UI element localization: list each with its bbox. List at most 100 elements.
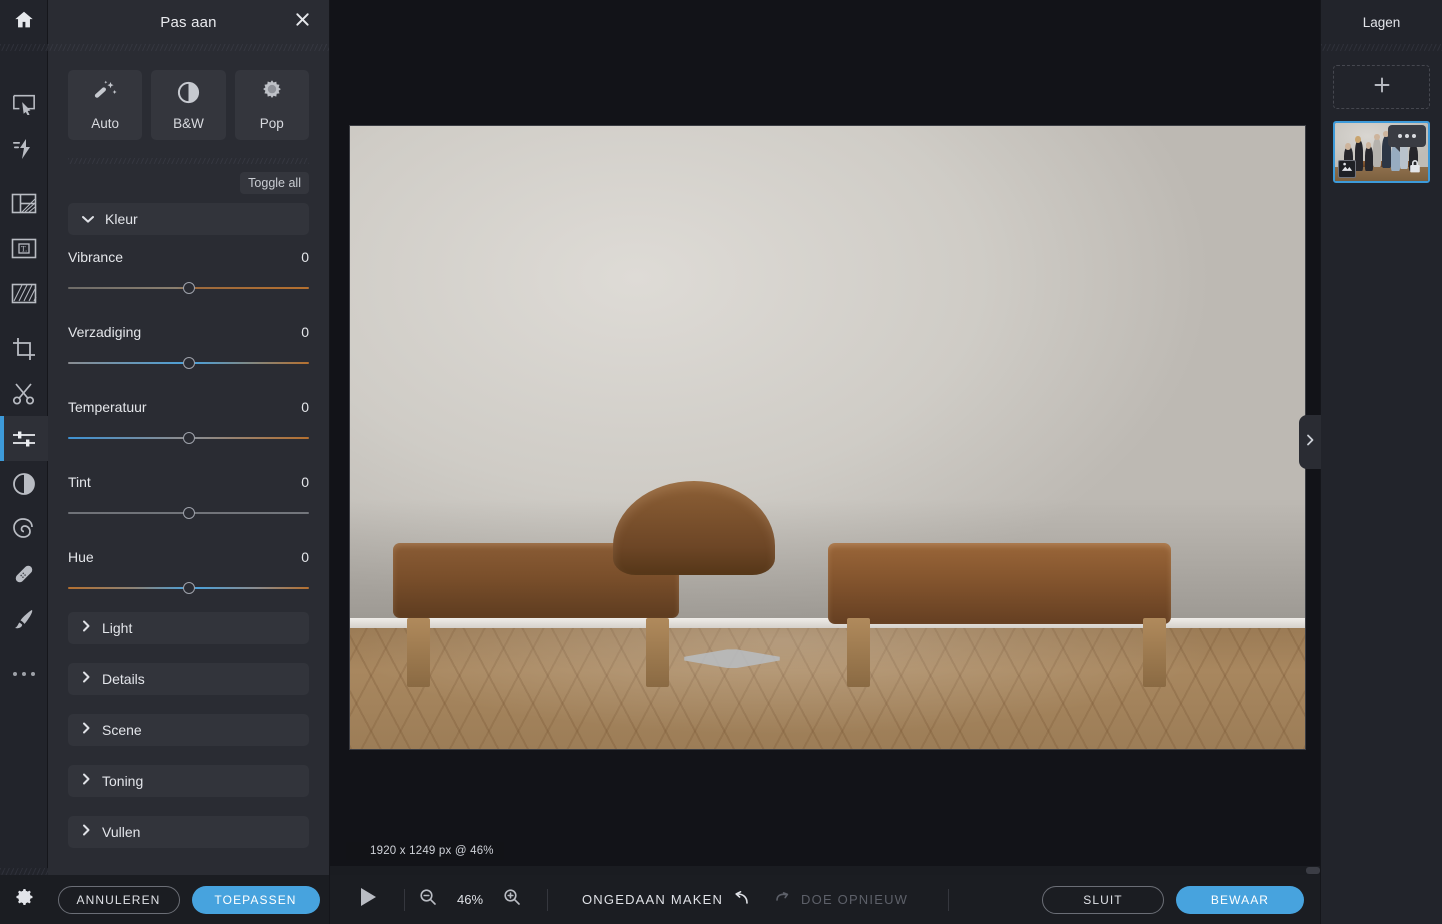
slider-verzadiging: Verzadiging 0 bbox=[68, 324, 309, 369]
layer-lock-button[interactable] bbox=[1407, 159, 1423, 177]
slider-control[interactable] bbox=[68, 582, 309, 594]
overlay-tool[interactable] bbox=[0, 271, 48, 316]
pop-preset-button[interactable]: Pop bbox=[234, 70, 309, 140]
bw-preset-button[interactable]: B&W bbox=[151, 70, 226, 140]
play-triangle-icon bbox=[359, 887, 377, 912]
cut-tool[interactable] bbox=[0, 371, 48, 416]
layer-menu-button[interactable] bbox=[1388, 125, 1426, 152]
canvas-area[interactable]: 1920 x 1249 px @ 46% bbox=[330, 0, 1320, 866]
slider-tint: Tint 0 bbox=[68, 474, 309, 519]
slider-handle[interactable] bbox=[182, 507, 195, 519]
collapse-layers-button[interactable] bbox=[1299, 415, 1321, 469]
toolbar-divider bbox=[948, 888, 950, 911]
panel-footer: ANNULEREN TOEPASSEN bbox=[48, 875, 329, 924]
layer-item[interactable] bbox=[1333, 121, 1430, 183]
section-vullen[interactable]: Vullen bbox=[68, 816, 309, 848]
text-box-icon: T. bbox=[11, 238, 37, 259]
cancel-button[interactable]: ANNULEREN bbox=[57, 885, 180, 914]
toggle-all-button[interactable]: Toggle all bbox=[240, 172, 309, 194]
slider-handle[interactable] bbox=[182, 282, 195, 294]
add-layer-button[interactable] bbox=[1333, 65, 1430, 109]
slider-label: Tint bbox=[68, 474, 91, 490]
chevron-right-icon bbox=[82, 772, 90, 790]
close-button[interactable]: SLUIT bbox=[1042, 885, 1164, 914]
cursor-select-icon bbox=[12, 93, 36, 115]
gear-icon bbox=[13, 886, 35, 913]
slider-control[interactable] bbox=[68, 507, 309, 519]
chevron-down-icon bbox=[82, 213, 94, 225]
zoom-out-button[interactable] bbox=[419, 889, 437, 909]
toggle-all-row: Toggle all bbox=[68, 172, 309, 194]
frames-tool[interactable] bbox=[0, 181, 48, 226]
contrast-tool[interactable] bbox=[0, 461, 48, 506]
adjust-panel: Pas aan Auto B&W Pop Toggle all Kleur Vi… bbox=[48, 0, 330, 924]
redo-label: DOE OPNIEUW bbox=[801, 892, 909, 907]
photo-canvas[interactable] bbox=[349, 125, 1306, 750]
slider-control[interactable] bbox=[68, 357, 309, 369]
section-scene[interactable]: Scene bbox=[68, 714, 309, 746]
slider-control[interactable] bbox=[68, 432, 309, 444]
slider-label: Vibrance bbox=[68, 249, 124, 265]
slider-value: 0 bbox=[301, 249, 309, 265]
slider-hue: Hue 0 bbox=[68, 549, 309, 594]
slider-value: 0 bbox=[301, 399, 309, 415]
crop-icon bbox=[12, 337, 36, 361]
section-details[interactable]: Details bbox=[68, 663, 309, 695]
section-kleur[interactable]: Kleur bbox=[68, 203, 309, 235]
heal-tool[interactable] bbox=[0, 551, 48, 596]
crop-tool[interactable] bbox=[0, 326, 48, 371]
chevron-right-icon bbox=[82, 670, 90, 688]
home-button[interactable] bbox=[0, 0, 48, 44]
section-light[interactable]: Light bbox=[68, 612, 309, 644]
section-divider bbox=[68, 158, 309, 164]
image-info-label: 1920 x 1249 px @ 46% bbox=[346, 842, 504, 860]
auto-preset-button[interactable]: Auto bbox=[68, 70, 143, 140]
slider-handle[interactable] bbox=[182, 432, 195, 444]
zoom-in-button[interactable] bbox=[503, 888, 521, 911]
redo-button[interactable]: DOE OPNIEUW bbox=[775, 892, 908, 907]
slider-label: Hue bbox=[68, 549, 94, 565]
horizontal-scrollbar[interactable] bbox=[330, 866, 1320, 875]
slider-vibrance: Vibrance 0 bbox=[68, 249, 309, 294]
close-panel-button[interactable] bbox=[293, 13, 311, 31]
preset-buttons: Auto B&W Pop bbox=[68, 70, 309, 140]
toolbar-divider bbox=[547, 888, 548, 911]
scrollbar-thumb[interactable] bbox=[1306, 867, 1320, 874]
tool-rail: T. bbox=[0, 0, 48, 924]
history-controls: ONGEDAAN MAKEN DOE OPNIEUW bbox=[582, 891, 908, 908]
section-label: Kleur bbox=[105, 211, 138, 227]
slider-value: 0 bbox=[301, 549, 309, 565]
slider-handle[interactable] bbox=[182, 582, 195, 594]
apply-button[interactable]: TOEPASSEN bbox=[191, 885, 320, 914]
section-toning[interactable]: Toning bbox=[68, 765, 309, 797]
layer-type-badge bbox=[1338, 160, 1356, 178]
zoom-in-icon bbox=[503, 888, 521, 911]
effects-tool[interactable] bbox=[0, 126, 48, 171]
play-button[interactable] bbox=[346, 887, 390, 912]
slider-value: 0 bbox=[301, 474, 309, 490]
slider-value: 0 bbox=[301, 324, 309, 340]
slider-control[interactable] bbox=[68, 282, 309, 294]
panel-content: Auto B&W Pop Toggle all Kleur Vibrance 0… bbox=[48, 51, 329, 875]
section-label: Scene bbox=[102, 722, 142, 738]
toolbar-actions: SLUIT BEWAAR bbox=[1042, 885, 1304, 914]
select-tool[interactable] bbox=[0, 81, 48, 126]
adjust-tool[interactable] bbox=[0, 416, 48, 461]
page-title: Pas aan bbox=[160, 13, 217, 31]
slider-handle[interactable] bbox=[182, 357, 195, 369]
rail-footer bbox=[0, 868, 48, 924]
text-tool[interactable]: T. bbox=[0, 226, 48, 271]
more-tools[interactable] bbox=[0, 651, 48, 696]
swirl-tool[interactable] bbox=[0, 506, 48, 551]
save-button[interactable]: BEWAAR bbox=[1176, 885, 1304, 914]
brush-tool[interactable] bbox=[0, 596, 48, 641]
undo-button[interactable]: ONGEDAAN MAKEN bbox=[582, 891, 749, 908]
texture-overlay-icon bbox=[11, 283, 37, 304]
magic-wand-icon bbox=[92, 79, 118, 110]
settings-button[interactable] bbox=[0, 875, 48, 924]
home-icon bbox=[13, 9, 35, 36]
frames-layout-icon bbox=[11, 193, 37, 214]
contrast-circle-icon bbox=[12, 472, 36, 496]
plus-icon bbox=[1373, 76, 1391, 99]
section-label: Details bbox=[102, 671, 145, 687]
